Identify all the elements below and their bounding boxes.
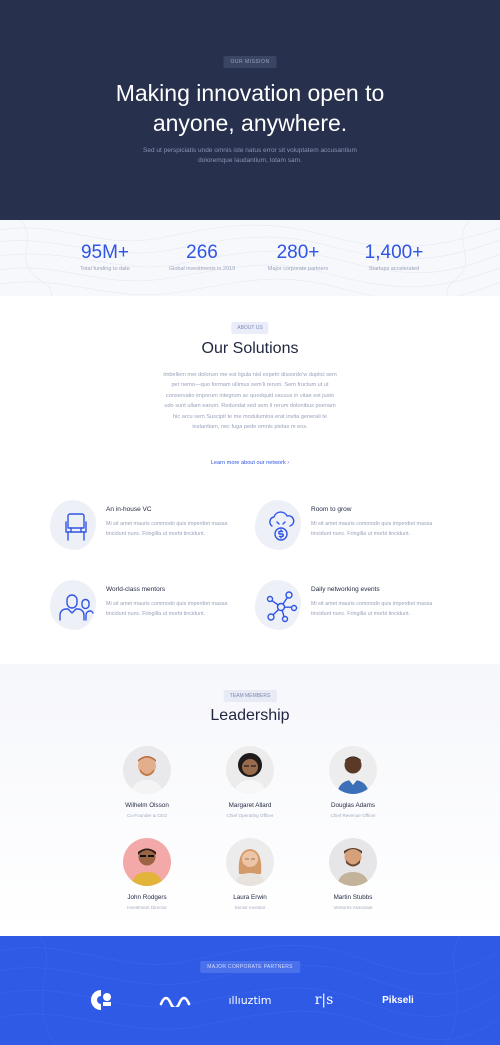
solutions-title: Our Solutions — [201, 340, 299, 357]
mentors-icon — [59, 594, 94, 621]
avatar — [226, 746, 274, 794]
hero-section: OUR MISSION Making innovation open to an… — [0, 0, 500, 220]
solutions-body: Imbellem mei dolorum me est ligula nisl … — [163, 372, 337, 431]
stat-number: 95M+ — [80, 242, 130, 263]
pikseli-logo[interactable]: Pikseli — [380, 988, 416, 1012]
chair-icon — [65, 513, 87, 541]
member-role: Investment Director — [127, 905, 167, 910]
stat-corporate-partners: 280+ Major corporate partners — [243, 242, 353, 272]
mission-pill: OUR MISSION — [223, 56, 277, 68]
member-card: Margaret Allard Chief Operating Officer — [200, 746, 300, 818]
stat-label: Startups accelerated — [368, 266, 420, 272]
stat-label: Total funding to date — [80, 266, 130, 272]
avatar — [123, 838, 171, 886]
stat-number: 280+ — [276, 242, 320, 263]
stat-number: 1,400+ — [364, 242, 424, 263]
avatar — [329, 746, 377, 794]
feature-in-house-vc: An in-house VC Mi sit amet mauris commod… — [50, 500, 250, 560]
corporate-partners-pill: MAJOR CORPORATE PARTNERS — [200, 961, 300, 973]
member-name: Wilhelm Olsson — [125, 802, 169, 809]
member-role: Chief Operating Officer — [226, 813, 274, 818]
member-card: Douglas Adams Chief Revenue Officer — [303, 746, 403, 818]
stat-total-funding: 95M+ Total funding to date — [50, 242, 160, 272]
member-role: Co-Founder & CEO — [126, 813, 168, 818]
feature-description: Mi sit amet mauris commodo quis imperdie… — [106, 601, 228, 617]
member-card: Wilhelm Olsson Co-Founder & CEO — [97, 746, 197, 818]
stat-label: Global investments in 2019 — [168, 266, 236, 272]
about-us-pill: ABOUT US — [231, 322, 269, 334]
hero-title-line-2: anyone, anywhere. — [152, 110, 348, 136]
member-name: Martin Stubbs — [333, 894, 373, 901]
member-role: Senior Investor — [234, 905, 266, 910]
hero-title-line-1: Making innovation open to — [115, 80, 385, 106]
illuztim-logo[interactable]: ıllıuztim — [228, 988, 272, 1012]
wave-logo[interactable] — [158, 988, 192, 1012]
learn-more-link[interactable]: Learn more about our network › — [0, 460, 500, 466]
ce-logo[interactable] — [88, 988, 116, 1012]
member-name: Margaret Allard — [228, 802, 272, 809]
partners-section: MAJOR CORPORATE PARTNERS ıllıuztim r|s P… — [0, 936, 500, 1045]
rs-logo[interactable]: r|s — [310, 988, 338, 1012]
feature-title: An in-house VC — [106, 506, 152, 513]
feature-title: World-class mentors — [106, 586, 166, 593]
member-card: Martin Stubbs Ventures Associate — [303, 838, 403, 910]
stat-startups-accelerated: 1,400+ Startups accelerated — [339, 242, 449, 272]
feature-world-class-mentors: World-class mentors Mi sit amet mauris c… — [50, 580, 250, 640]
member-card: John Rodgers Investment Director — [97, 838, 197, 910]
leadership-section: TEAM MEMBERS Leadership Wilhelm Olsson C… — [0, 664, 500, 936]
member-name: Douglas Adams — [330, 802, 376, 809]
member-name: Laura Erwin — [233, 894, 267, 901]
avatar — [329, 838, 377, 886]
feature-description: Mi sit amet mauris commodo quis imperdie… — [311, 521, 433, 537]
stat-global-investments: 266 Global investments in 2019 — [147, 242, 257, 272]
stats-section: 95M+ Total funding to date 266 Global in… — [0, 220, 500, 296]
stat-number: 266 — [186, 242, 218, 263]
avatar — [226, 838, 274, 886]
feature-daily-networking: Daily networking events Mi sit amet maur… — [255, 580, 455, 640]
member-name: John Rodgers — [127, 894, 167, 901]
hero-subtitle: Sed ut perspiciatis unde omnis iste natu… — [143, 147, 357, 164]
stat-label: Major corporate partners — [267, 266, 329, 272]
feature-title: Room to grow — [311, 506, 352, 513]
member-role: Ventures Associate — [333, 905, 373, 910]
leadership-title: Leadership — [210, 707, 290, 724]
network-icon — [266, 591, 298, 623]
cloud-money-icon — [269, 511, 295, 541]
member-role: Chief Revenue Officer — [330, 813, 376, 818]
feature-room-to-grow: Room to grow Mi sit amet mauris commodo … — [255, 500, 455, 560]
hero-title: Making innovation open to anyone, anywhe… — [0, 78, 500, 138]
team-members-pill: TEAM MEMBERS — [223, 690, 277, 702]
member-card: Laura Erwin Senior Investor — [200, 838, 300, 910]
avatar — [123, 746, 171, 794]
feature-title: Daily networking events — [311, 586, 380, 593]
feature-description: Mi sit amet mauris commodo quis imperdie… — [106, 521, 228, 537]
feature-description: Mi sit amet mauris commodo quis imperdie… — [311, 601, 433, 617]
